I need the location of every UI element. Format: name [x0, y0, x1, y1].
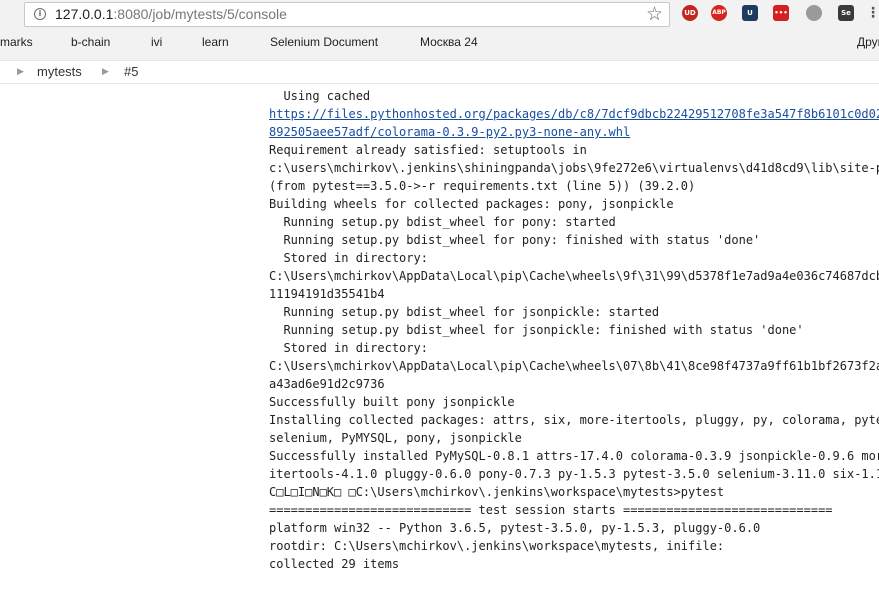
console-line: Building wheels for collected packages: … — [269, 197, 674, 211]
address-bar[interactable]: i 127.0.0.1:8080/job/mytests/5/console ☆ — [24, 2, 670, 27]
console-line: c:\users\mchirkov\.jenkins\shiningpanda\… — [269, 161, 879, 175]
console-line: C□L□I□N□K□ □C:\Users\mchirkov\.jenkins\w… — [269, 485, 725, 499]
breadcrumb-build[interactable]: #5 — [124, 64, 138, 79]
console-line: (from pytest==3.5.0->-r requirements.txt… — [269, 179, 696, 193]
browser-toolbar: i 127.0.0.1:8080/job/mytests/5/console ☆… — [0, 0, 879, 80]
console-line: 11194191d35541b4 — [269, 287, 385, 301]
console-line: Running setup.py bdist_wheel for jsonpic… — [269, 323, 804, 337]
console-link[interactable]: https://files.pythonhosted.org/packages/… — [269, 105, 879, 123]
info-icon[interactable]: i — [34, 8, 46, 20]
console-line: ============================ test sessio… — [269, 503, 833, 517]
bookmark-folder-other[interactable]: Друг — [857, 35, 879, 49]
console-line: Successfully installed PyMySQL-0.8.1 att… — [269, 449, 879, 463]
bookmark-item[interactable]: marks — [0, 35, 33, 49]
url-path: :8080/job/mytests/5/console — [113, 6, 287, 22]
globe-extension-icon[interactable] — [806, 5, 822, 21]
console-line: collected 29 items — [269, 557, 400, 571]
console-line: rootdir: C:\Users\mchirkov\.jenkins\work… — [269, 539, 725, 553]
u-extension-icon[interactable]: U — [742, 5, 758, 21]
url-text[interactable]: 127.0.0.1:8080/job/mytests/5/console — [55, 6, 287, 22]
breadcrumb: ▶ mytests ▶ #5 — [0, 60, 879, 84]
console-link[interactable]: 892505aee57adf/colorama-0.3.9-py2.py3-no… — [269, 123, 879, 141]
console-line: Running setup.py bdist_wheel for pony: s… — [269, 215, 616, 229]
bookmark-selenium-docs[interactable]: Selenium Document — [270, 35, 378, 49]
ublock-extension-icon[interactable]: UD — [682, 5, 698, 21]
breadcrumb-job[interactable]: mytests — [37, 64, 82, 79]
console-line: Using cached — [269, 89, 371, 103]
bookmark-star-icon[interactable]: ☆ — [646, 3, 663, 25]
console-line: C:\Users\mchirkov\AppData\Local\pip\Cach… — [269, 269, 879, 283]
console-output: Using cached https://files.pythonhosted.o… — [269, 87, 879, 573]
chevron-right-icon: ▶ — [102, 67, 109, 77]
browser-menu-icon[interactable]: ⋮ — [866, 5, 879, 21]
console-line: selenium, PyMYSQL, pony, jsonpickle — [269, 431, 522, 445]
console-line: Running setup.py bdist_wheel for pony: f… — [269, 233, 761, 247]
dots-extension-icon[interactable]: ••• — [773, 5, 789, 21]
console-line: Requirement already satisfied: setuptool… — [269, 143, 587, 157]
console-line: Running setup.py bdist_wheel for jsonpic… — [269, 305, 660, 319]
console-line: platform win32 -- Python 3.6.5, pytest-3… — [269, 521, 761, 535]
console-line: Successfully built pony jsonpickle — [269, 395, 515, 409]
bookmark-folder-b-chain[interactable]: b-chain — [71, 35, 110, 49]
bookmark-folder-learn[interactable]: learn — [202, 35, 229, 49]
console-line: a43ad6e91d2c9736 — [269, 377, 385, 391]
console-line: itertools-4.1.0 pluggy-0.6.0 pony-0.7.3 … — [269, 467, 879, 481]
console-line: Stored in directory: — [269, 251, 428, 265]
url-host: 127.0.0.1 — [55, 6, 114, 22]
bookmark-folder-ivi[interactable]: ivi — [151, 35, 162, 49]
console-line: Installing collected packages: attrs, si… — [269, 413, 879, 427]
selenium-ide-extension-icon[interactable]: Se — [838, 5, 854, 21]
bookmark-moskva-24[interactable]: Москва 24 — [420, 35, 478, 49]
console-line: Stored in directory: — [269, 341, 428, 355]
bookmarks-bar: marks b-chain ivi learn Selenium Documen… — [0, 32, 879, 80]
chevron-right-icon: ▶ — [17, 67, 24, 77]
adblock-plus-extension-icon[interactable]: ABP — [711, 5, 727, 21]
console-line: C:\Users\mchirkov\AppData\Local\pip\Cach… — [269, 359, 879, 373]
